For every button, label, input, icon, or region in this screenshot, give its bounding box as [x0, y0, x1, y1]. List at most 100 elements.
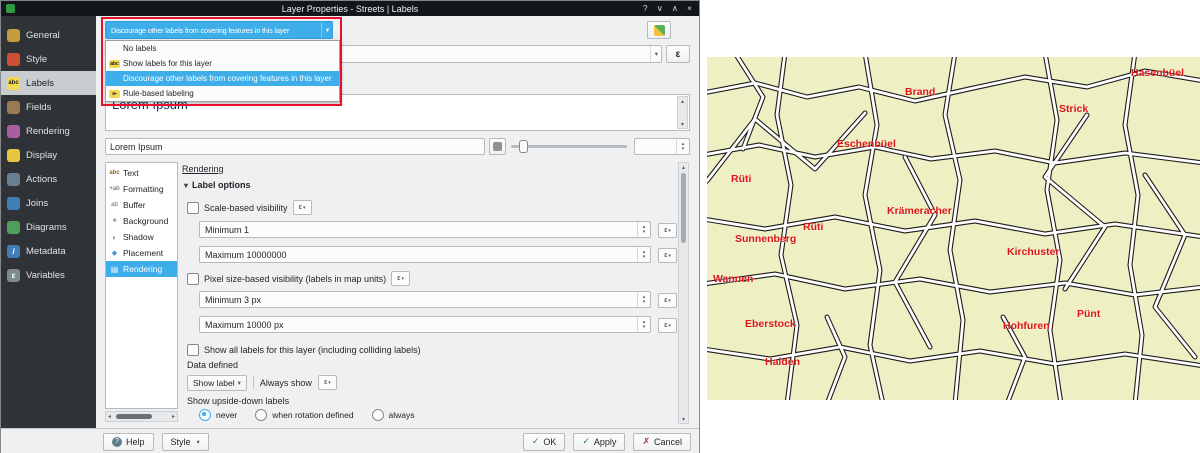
always-show-label: Always show — [260, 378, 312, 388]
ok-button[interactable]: ✓OK — [523, 433, 566, 451]
dropdown-item-discourage[interactable]: Discourage other labels from covering fe… — [106, 71, 339, 86]
preview-scrollbar[interactable]: ▴ ▾ — [677, 96, 688, 129]
dropdown-item-no-labels[interactable]: No labels — [106, 41, 339, 56]
radio-when-rotation-defined[interactable] — [255, 409, 267, 421]
scale-visibility-checkbox[interactable] — [187, 202, 199, 214]
data-defined-button[interactable] — [658, 293, 677, 308]
scale-min-spinbox[interactable]: Minimum 1 — [199, 221, 651, 238]
pixel-min-spinbox[interactable]: Minimum 3 px — [199, 291, 651, 308]
preview-scale-slider[interactable] — [511, 140, 627, 153]
tab-label: Text — [123, 168, 139, 178]
spin-arrows-icon[interactable] — [637, 247, 650, 262]
sidebar-item-rendering[interactable]: Rendering — [1, 119, 96, 143]
help-button[interactable]: ?Help — [103, 433, 154, 451]
help-icon: ? — [112, 437, 122, 447]
tab-text[interactable]: Text — [106, 165, 177, 181]
sidebar-item-variables[interactable]: Variables — [1, 263, 96, 287]
scroll-up-icon[interactable]: ▴ — [681, 97, 684, 105]
label-options-group-header[interactable]: Label options — [184, 180, 251, 190]
actions-icon — [7, 173, 20, 186]
general-icon — [7, 29, 20, 42]
show-label-button[interactable]: Show label — [187, 375, 247, 391]
spin-arrows-icon[interactable] — [637, 222, 650, 237]
tab-buffer[interactable]: Buffer — [106, 197, 177, 213]
titlebar[interactable]: Layer Properties - Streets | Labels ? ∨ … — [1, 1, 699, 16]
text-tab-icon — [109, 170, 120, 176]
dropdown-item-rule-based[interactable]: Rule-based labeling — [106, 86, 339, 101]
sidebar-item-diagrams[interactable]: Diagrams — [1, 215, 96, 239]
placement-tab-icon — [109, 249, 120, 257]
preview-size-spinbox[interactable] — [634, 138, 690, 155]
tab-shadow[interactable]: Shadow — [106, 229, 177, 245]
scrollbar-thumb[interactable] — [681, 173, 686, 243]
labeling-mode-combobox[interactable]: Discourage other labels from covering fe… — [105, 21, 333, 39]
maximize-button[interactable]: ∧ — [672, 3, 678, 14]
tab-rendering[interactable]: Rendering — [106, 261, 177, 277]
sample-text-input[interactable] — [105, 138, 485, 155]
radio-always[interactable] — [372, 409, 384, 421]
scroll-left-icon[interactable]: ◂ — [108, 413, 111, 420]
automated-placement-settings-button[interactable] — [647, 21, 671, 39]
scroll-up-icon[interactable]: ▴ — [682, 163, 685, 171]
sidebar-item-labels[interactable]: Labels — [1, 71, 96, 95]
tab-formatting[interactable]: Formatting — [106, 181, 177, 197]
tab-background[interactable]: Background — [106, 213, 177, 229]
pixel-max-spinbox[interactable]: Maximum 10000 px — [199, 316, 651, 333]
sidebar-item-label: Variables — [26, 270, 65, 281]
sidebar-item-style[interactable]: Style — [1, 47, 96, 71]
sidebar-item-general[interactable]: General — [1, 23, 96, 47]
sidebar-item-joins[interactable]: Joins — [1, 191, 96, 215]
scroll-down-icon[interactable]: ▾ — [681, 120, 684, 128]
dropdown-item-show-labels[interactable]: Show labels for this layer — [106, 56, 339, 71]
expression-icon: ε — [676, 49, 681, 60]
tab-label: Background — [123, 216, 168, 226]
shade-button[interactable]: ∨ — [657, 3, 663, 14]
pixel-max-value: Maximum 10000 px — [205, 320, 284, 330]
scrollbar-thumb[interactable] — [116, 414, 152, 419]
data-defined-button[interactable] — [293, 200, 312, 215]
panel-scrollbar[interactable]: ▴ ▾ — [678, 162, 689, 424]
qgis-logo-icon — [6, 4, 15, 13]
radio-rotation-label: when rotation defined — [272, 410, 353, 420]
radio-always-label: always — [389, 410, 415, 420]
whats-this-button[interactable]: ? — [643, 3, 648, 14]
sidebar-item-fields[interactable]: Fields — [1, 95, 96, 119]
spin-arrows-icon[interactable] — [637, 317, 650, 332]
data-defined-button[interactable] — [658, 318, 677, 333]
close-button[interactable]: × — [687, 3, 692, 14]
map-view[interactable]: Hasenbüel Brand Strick Eschenbüel Rüti K… — [707, 57, 1200, 400]
apply-button[interactable]: ✓Apply — [573, 433, 625, 451]
scroll-right-icon[interactable]: ▸ — [172, 413, 175, 420]
data-defined-button[interactable] — [391, 271, 410, 286]
scale-max-spinbox[interactable]: Maximum 10000000 — [199, 246, 651, 263]
reset-sample-button[interactable] — [489, 138, 506, 155]
radio-never[interactable] — [199, 409, 211, 421]
slider-track — [511, 145, 627, 148]
sidebar: General Style Labels Fields Rendering Di… — [1, 16, 96, 428]
formatting-tab-icon — [109, 186, 120, 192]
sidebar-item-actions[interactable]: Actions — [1, 167, 96, 191]
pixel-visibility-checkbox[interactable] — [187, 273, 199, 285]
tab-label: Formatting — [123, 184, 164, 194]
data-defined-button[interactable] — [658, 223, 677, 238]
slider-handle[interactable] — [519, 140, 528, 153]
screenshot-root: Layer Properties - Streets | Labels ? ∨ … — [0, 0, 1200, 453]
tab-placement[interactable]: Placement — [106, 245, 177, 261]
collapse-triangle-icon — [184, 180, 188, 190]
style-button[interactable]: Style — [162, 433, 209, 451]
sidebar-item-display[interactable]: Display — [1, 143, 96, 167]
scroll-down-icon[interactable]: ▾ — [682, 415, 685, 423]
spin-arrows-icon[interactable] — [637, 292, 650, 307]
data-defined-button[interactable] — [318, 375, 337, 390]
spin-arrows-icon[interactable] — [676, 139, 689, 154]
sidebar-item-metadata[interactable]: Metadata — [1, 239, 96, 263]
scale-visibility-label: Scale-based visibility — [204, 203, 288, 213]
tabs-horizontal-scrollbar[interactable]: ◂ ▸ — [105, 411, 178, 422]
chevron-down-icon — [195, 434, 200, 450]
cancel-button[interactable]: ✗Cancel — [633, 433, 691, 451]
show-all-labels-row: Show all labels for this layer (includin… — [187, 343, 421, 356]
expression-builder-button[interactable]: ε — [666, 45, 690, 63]
data-defined-button[interactable] — [658, 248, 677, 263]
show-all-labels-checkbox[interactable] — [187, 344, 199, 356]
show-label-row: Show label Always show — [187, 374, 337, 391]
